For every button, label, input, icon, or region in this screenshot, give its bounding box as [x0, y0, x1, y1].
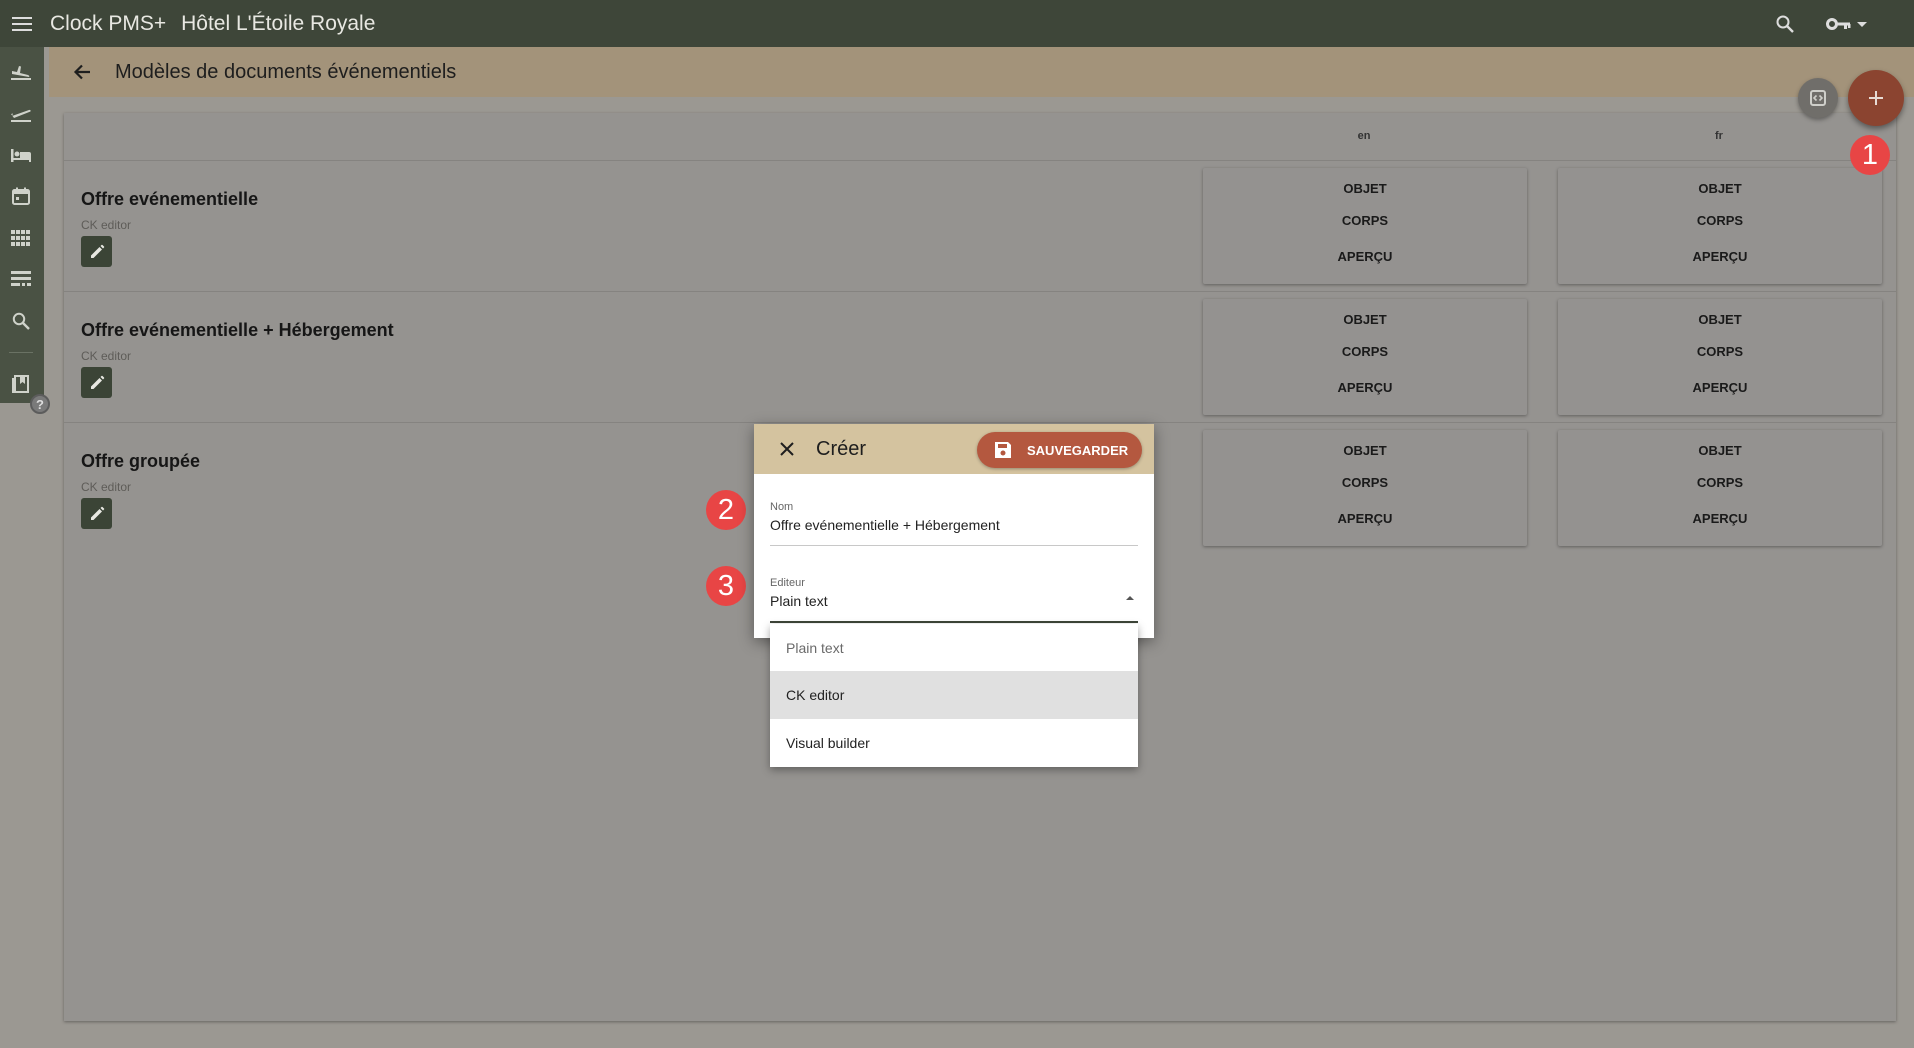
hotel-bed-icon[interactable]	[8, 142, 34, 168]
template-editor-type: CK editor	[81, 480, 132, 494]
create-dialog: Créer SAUVEGARDER Nom Offre evénementiel…	[754, 424, 1154, 638]
template-name: Offre evénementielle	[81, 189, 259, 209]
app-name: Clock PMS+	[50, 11, 167, 35]
hotel-name[interactable]: Hôtel L'Étoile Royale	[181, 12, 375, 36]
flight-land-icon[interactable]	[8, 58, 34, 84]
option-ck-editor[interactable]: CK editor	[770, 671, 1138, 719]
help-button[interactable]: ?	[30, 394, 50, 414]
subject-link[interactable]: OBJET	[1558, 443, 1882, 458]
key-icon	[1826, 17, 1852, 31]
column-header-en: en	[1357, 130, 1371, 142]
search-icon[interactable]	[8, 308, 34, 334]
code-icon	[1810, 90, 1826, 106]
code-view-button[interactable]	[1798, 78, 1838, 118]
dialog-header: Créer SAUVEGARDER	[754, 424, 1154, 474]
editor-select[interactable]: Plain text	[770, 593, 828, 609]
back-arrow-icon[interactable]	[69, 59, 95, 85]
step-badge: 1	[1850, 135, 1890, 175]
body-link[interactable]: CORPS	[1558, 344, 1882, 359]
translation-card-fr: OBJET CORPS APERÇU	[1558, 299, 1882, 415]
body-link[interactable]: CORPS	[1558, 213, 1882, 228]
edit-template-button[interactable]	[81, 236, 112, 267]
preview-link[interactable]: APERÇU	[1558, 380, 1882, 395]
preview-link[interactable]: APERÇU	[1558, 511, 1882, 526]
row-divider	[64, 160, 1896, 161]
template-name: Offre groupée	[81, 451, 201, 471]
row-divider	[64, 291, 1896, 292]
table-rows-icon[interactable]	[8, 266, 34, 292]
menu-icon[interactable]	[11, 13, 33, 35]
body-link[interactable]: CORPS	[1203, 213, 1527, 228]
row-divider	[64, 422, 1896, 423]
name-field[interactable]: Offre evénementielle + Hébergement	[770, 517, 1000, 533]
search-icon[interactable]	[1772, 11, 1798, 37]
pencil-icon	[90, 244, 104, 258]
name-field-underline	[770, 545, 1138, 546]
translation-card-fr: OBJET CORPS APERÇU	[1558, 168, 1882, 284]
template-editor-type: CK editor	[81, 218, 132, 232]
save-button[interactable]: SAUVEGARDER	[977, 432, 1142, 468]
body-link[interactable]: CORPS	[1203, 344, 1527, 359]
subject-link[interactable]: OBJET	[1203, 312, 1527, 327]
translation-card-fr: OBJET CORPS APERÇU	[1558, 430, 1882, 546]
body-link[interactable]: CORPS	[1558, 475, 1882, 490]
editor-field-label: Editeur	[770, 577, 805, 589]
translation-card-en: OBJET CORPS APERÇU	[1203, 168, 1527, 284]
template-editor-type: CK editor	[81, 349, 132, 363]
flight-takeoff-icon[interactable]	[8, 100, 34, 126]
template-name: Offre evénementielle + Hébergement	[81, 320, 394, 340]
page-title: Modèles de documents événementiels	[115, 60, 457, 83]
preview-link[interactable]: APERÇU	[1203, 380, 1527, 395]
subject-link[interactable]: OBJET	[1203, 181, 1527, 196]
dropdown-arrow-icon[interactable]	[1124, 592, 1136, 604]
step-badge: 2	[706, 490, 746, 530]
calendar-icon[interactable]	[8, 183, 34, 209]
subject-link[interactable]: OBJET	[1558, 181, 1882, 196]
book-icon[interactable]	[8, 371, 34, 397]
save-label: SAUVEGARDER	[1027, 442, 1129, 458]
dialog-title: Créer	[816, 437, 867, 460]
add-template-button[interactable]	[1848, 70, 1904, 126]
preview-link[interactable]: APERÇU	[1203, 249, 1527, 264]
editor-field-underline	[770, 621, 1138, 623]
column-header-fr: fr	[1715, 130, 1723, 142]
plus-icon	[1869, 91, 1883, 105]
grid-icon[interactable]	[8, 225, 34, 251]
name-field-label: Nom	[770, 501, 794, 513]
nav-divider	[9, 352, 33, 353]
preview-link[interactable]: APERÇU	[1203, 511, 1527, 526]
subject-link[interactable]: OBJET	[1558, 312, 1882, 327]
pencil-icon	[90, 375, 104, 389]
user-menu-button[interactable]	[1826, 11, 1882, 37]
top-app-bar: Clock PMS+ Hôtel L'Étoile Royale	[0, 0, 1914, 47]
subject-link[interactable]: OBJET	[1203, 443, 1527, 458]
side-nav	[0, 47, 44, 403]
preview-link[interactable]: APERÇU	[1558, 249, 1882, 264]
option-plain-text[interactable]: Plain text	[770, 624, 1138, 672]
option-visual-builder[interactable]: Visual builder	[770, 719, 1138, 767]
page-header: Modèles de documents événementiels	[49, 47, 1914, 97]
chevron-down-icon	[1856, 20, 1868, 28]
pencil-icon	[90, 506, 104, 520]
edit-template-button[interactable]	[81, 367, 112, 398]
close-icon[interactable]	[774, 436, 800, 462]
body-link[interactable]: CORPS	[1203, 475, 1527, 490]
translation-card-en: OBJET CORPS APERÇU	[1203, 299, 1527, 415]
edit-template-button[interactable]	[81, 498, 112, 529]
translation-card-en: OBJET CORPS APERÇU	[1203, 430, 1527, 546]
save-icon	[993, 439, 1015, 461]
editor-dropdown-menu: Plain text CK editor Visual builder	[770, 624, 1138, 767]
step-badge: 3	[706, 566, 746, 606]
